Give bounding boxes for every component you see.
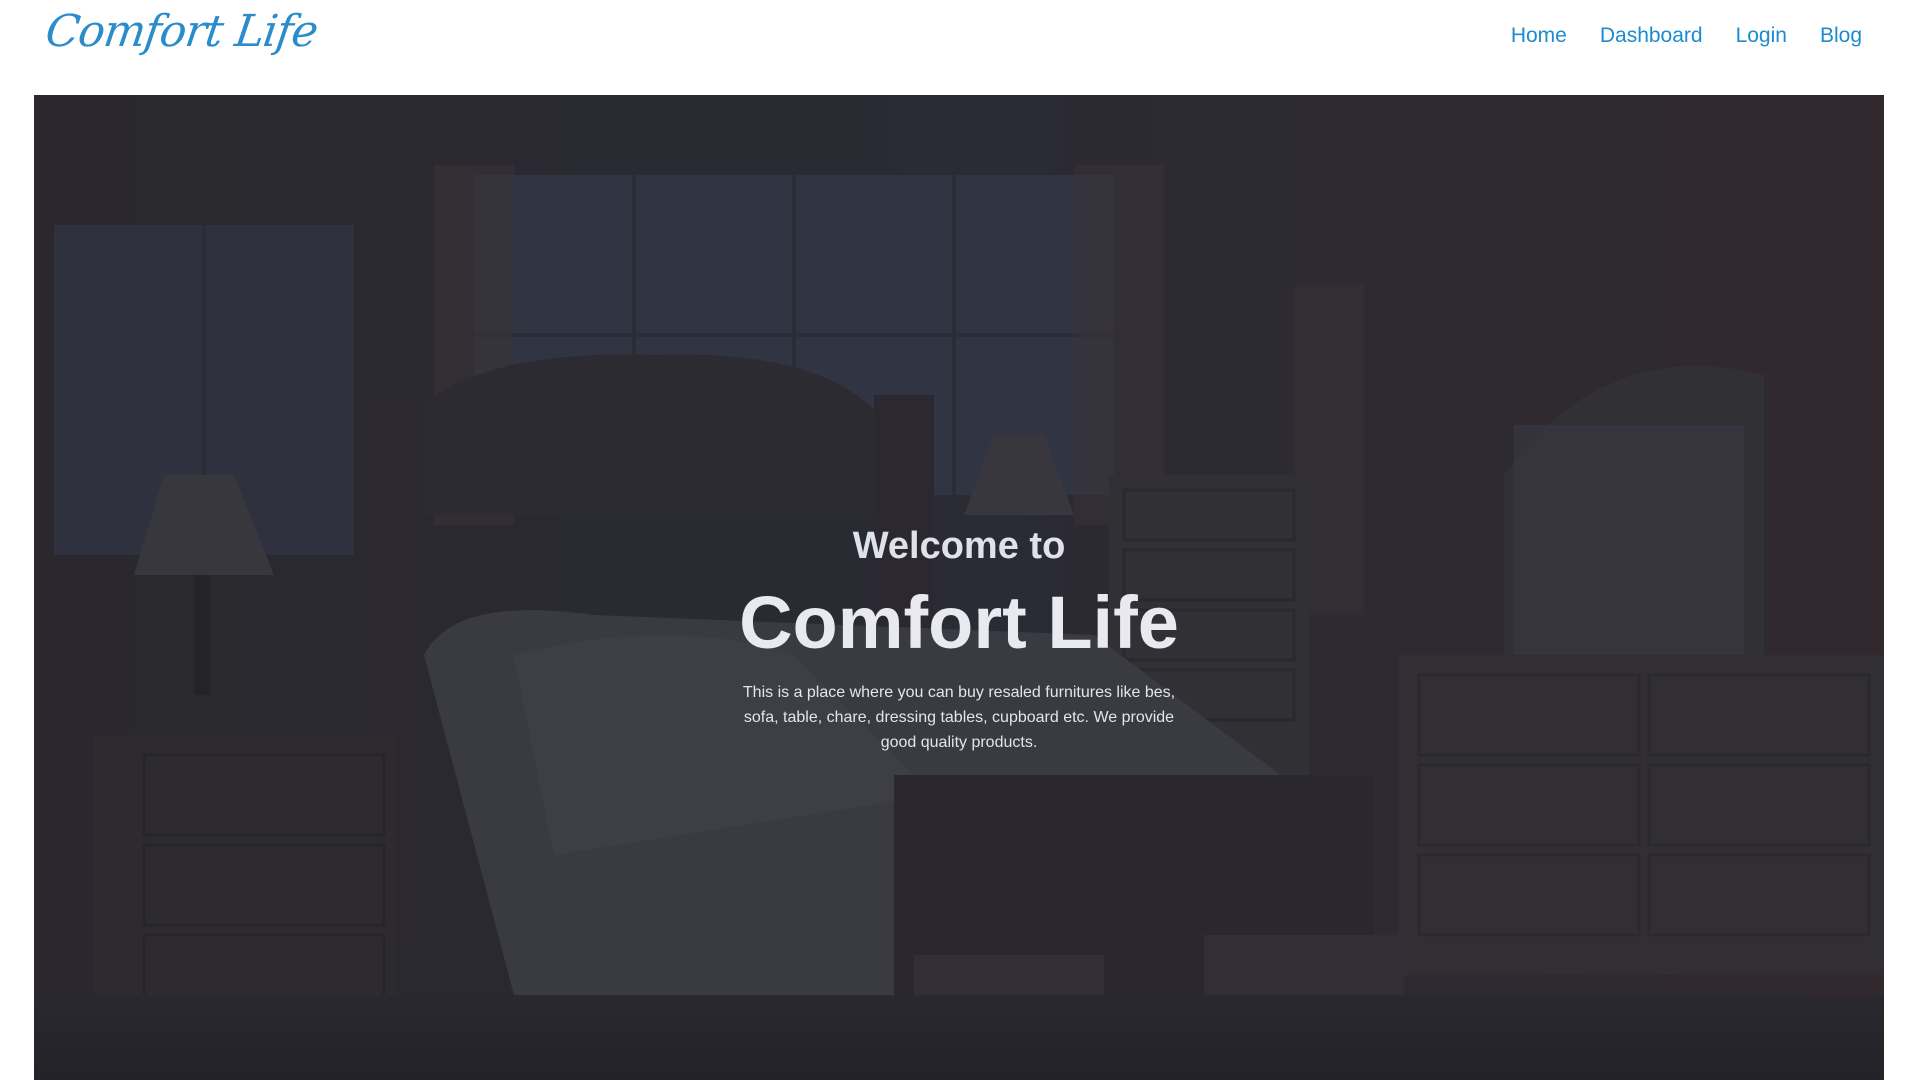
nav-dashboard-link[interactable]: Dashboard xyxy=(1600,24,1703,48)
nav-blog-link[interactable]: Blog xyxy=(1820,24,1862,48)
site-logo[interactable]: Comfort Life xyxy=(42,6,320,57)
nav-login-link[interactable]: Login xyxy=(1736,24,1787,48)
hero-banner: Welcome to Comfort Life This is a place … xyxy=(34,95,1884,1080)
hero-welcome-text: Welcome to xyxy=(852,525,1066,567)
hero-title: Comfort Life xyxy=(739,581,1179,664)
hero-content: Welcome to Comfort Life This is a place … xyxy=(34,525,1884,755)
navbar: Comfort Life Home Dashboard Login Blog xyxy=(0,0,1920,95)
hero-description: This is a place where you can buy resale… xyxy=(742,684,1176,751)
nav-menu: Home Dashboard Login Blog xyxy=(1511,24,1862,48)
nav-home-link[interactable]: Home xyxy=(1511,24,1567,48)
